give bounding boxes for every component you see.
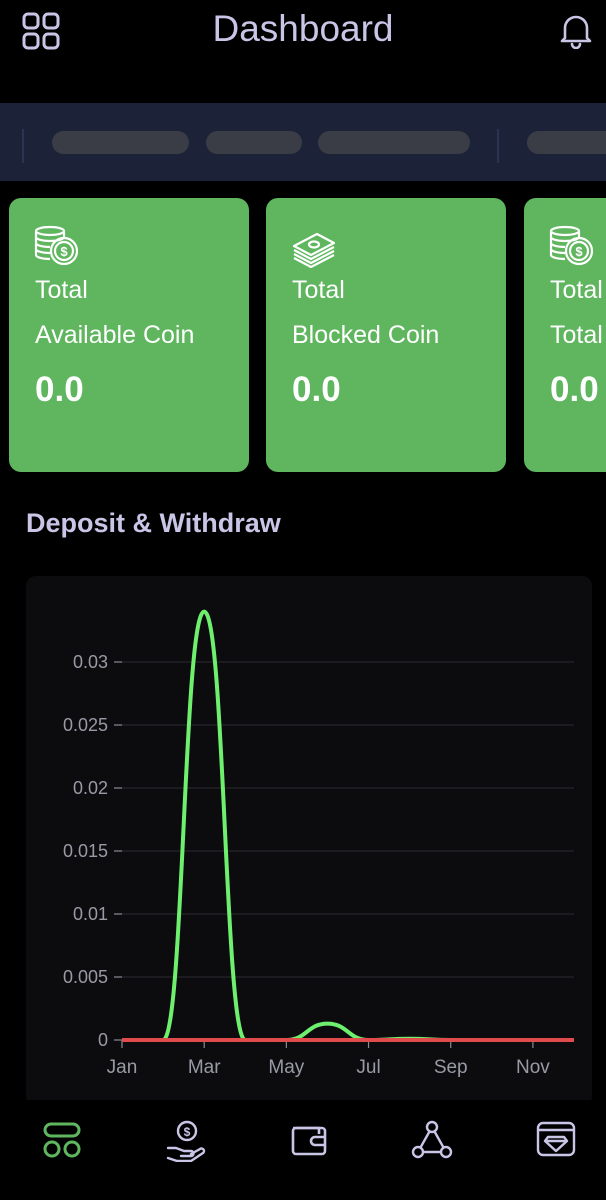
y-tick-label: 0 <box>98 1030 108 1050</box>
hand-coin-icon[interactable]: $ <box>163 1118 207 1162</box>
card-total[interactable]: $ Total Total 0.0 <box>524 198 606 472</box>
card-label-line1: Total <box>550 276 603 304</box>
y-tick-label: 0.03 <box>73 652 108 672</box>
y-tick-label: 0.015 <box>63 841 108 861</box>
deposit-series-line <box>121 609 574 1042</box>
x-tick-label: Sep <box>434 1057 468 1078</box>
card-value: 0.0 <box>35 370 84 409</box>
x-tick-label: Nov <box>516 1057 550 1078</box>
card-value: 0.0 <box>550 370 599 409</box>
ticker-placeholder <box>52 131 189 154</box>
y-tick-label: 0.005 <box>63 967 108 987</box>
svg-text:$: $ <box>60 244 68 259</box>
deposit-withdraw-chart: 0 0.005 0.01 0.015 0.02 0.025 0.03 Jan Mar May Jul… <box>26 576 592 1106</box>
diamond-icon[interactable] <box>534 1118 578 1162</box>
x-tick-label: Jul <box>356 1057 380 1078</box>
bottom-nav: $ <box>0 1100 606 1200</box>
card-label-line2: Available Coin <box>35 321 195 349</box>
ticker-placeholder <box>318 131 470 154</box>
ticker-placeholder <box>527 131 606 154</box>
ticker-separator <box>22 129 24 163</box>
network-icon[interactable] <box>410 1118 454 1162</box>
ticker-separator <box>497 129 499 163</box>
dashboard-icon[interactable] <box>40 1118 84 1162</box>
x-tick-label: Mar <box>188 1057 221 1078</box>
x-tick-label: Jan <box>107 1057 138 1078</box>
y-tick-label: 0.02 <box>73 778 108 798</box>
cash-stack-icon <box>292 232 336 268</box>
card-blocked-coin[interactable]: Total Blocked Coin 0.0 <box>266 198 506 472</box>
page-title: Dashboard <box>212 8 394 49</box>
chart-canvas: 0 0.005 0.01 0.015 0.02 0.025 0.03 Jan Mar May Jul… <box>63 609 574 1078</box>
card-label-line1: Total <box>292 276 345 304</box>
card-value: 0.0 <box>292 370 341 409</box>
y-tick-label: 0.01 <box>73 904 108 924</box>
bell-icon[interactable] <box>558 11 594 49</box>
price-ticker[interactable] <box>0 103 606 181</box>
coins-icon: $ <box>34 225 79 266</box>
balance-cards: $ Total Available Coin 0.0 Total Blocked… <box>0 198 606 472</box>
top-bar: Dashboard <box>0 0 606 62</box>
wallet-icon[interactable] <box>287 1118 331 1162</box>
y-tick-label: 0.025 <box>63 715 108 735</box>
svg-text:$: $ <box>575 244 583 259</box>
svg-text:$: $ <box>184 1125 191 1139</box>
card-label-line1: Total <box>35 276 88 304</box>
ticker-placeholder <box>206 131 302 154</box>
coins-icon: $ <box>549 225 594 266</box>
card-label-line2: Blocked Coin <box>292 321 440 349</box>
card-available-coin[interactable]: $ Total Available Coin 0.0 <box>9 198 249 472</box>
section-title: Deposit & Withdraw <box>26 508 281 538</box>
x-tick-label: May <box>268 1057 304 1078</box>
card-label-line2: Total <box>550 321 603 349</box>
